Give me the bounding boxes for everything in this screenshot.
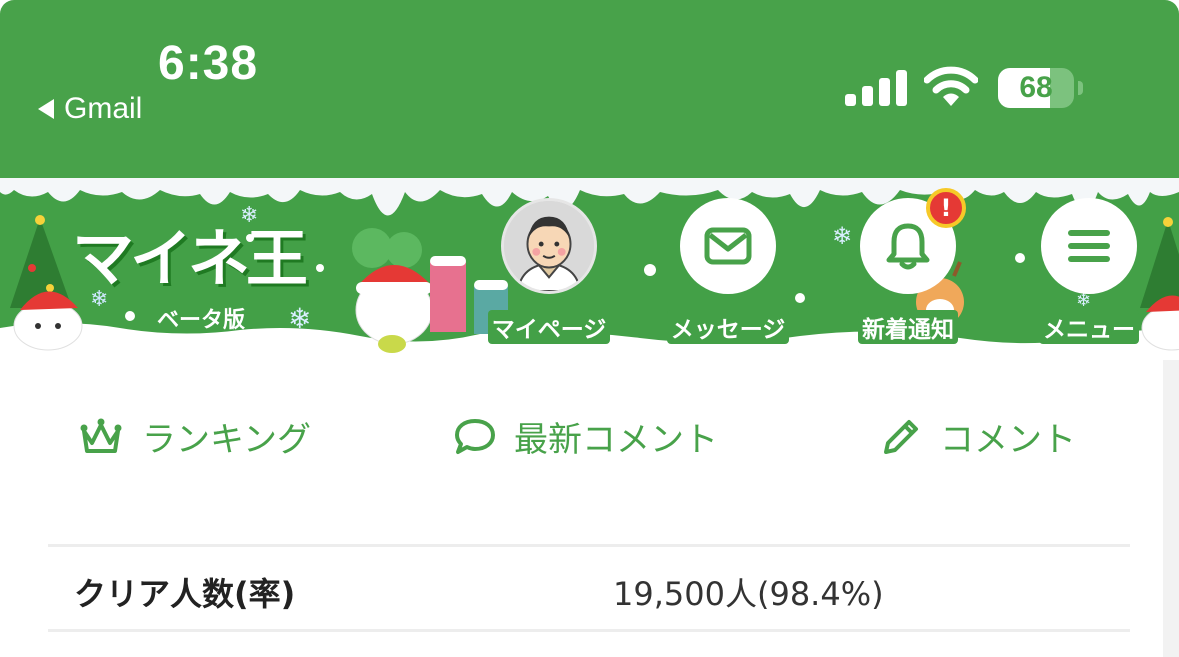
nav-menu[interactable]: メニュー bbox=[1033, 198, 1145, 344]
status-time: 6:38 bbox=[158, 37, 259, 90]
back-triangle-icon bbox=[38, 99, 54, 119]
clear-count-value: 19,500人(98.4%) bbox=[613, 575, 884, 613]
main-content: ランキング 最新コメント コメント クリア人数(率) 19,500人(98.4%… bbox=[0, 360, 1179, 657]
mail-icon bbox=[704, 227, 752, 265]
tab-latest-comments[interactable]: 最新コメント bbox=[454, 412, 718, 461]
nav-notification[interactable]: ! 新着通知 bbox=[852, 188, 966, 344]
clear-count-label: クリア人数(率) bbox=[74, 575, 296, 613]
bell-icon bbox=[886, 223, 930, 270]
nav-mypage-label: マイページ bbox=[487, 310, 611, 344]
nav-mypage[interactable]: マイページ bbox=[487, 198, 611, 344]
hamburger-icon bbox=[1068, 230, 1110, 262]
action-tabs: ランキング 最新コメント コメント bbox=[0, 412, 1163, 472]
message-button[interactable] bbox=[680, 198, 776, 294]
nav-message[interactable]: メッセージ bbox=[666, 198, 790, 344]
tab-comment[interactable]: コメント bbox=[880, 412, 1076, 461]
notification-badge: ! bbox=[926, 188, 966, 228]
pencil-icon bbox=[884, 419, 918, 454]
cellular-signal-icon bbox=[845, 70, 907, 106]
nav-notification-label: 新着通知 bbox=[858, 310, 958, 344]
content-card: ランキング 最新コメント コメント クリア人数(率) 19,500人(98.4%… bbox=[0, 360, 1163, 657]
notification-button[interactable]: ! bbox=[860, 188, 966, 294]
speech-bubble-icon bbox=[455, 418, 495, 454]
mineo-logo[interactable]: マイネ王 bbox=[72, 208, 308, 298]
svg-text:❄: ❄ bbox=[288, 302, 311, 335]
back-label: Gmail bbox=[64, 92, 143, 125]
header-banner: ❄ ❄ ❄ ❄ ❄ マイネ王 ベータ版 マイページ メッセージ ! 新着通知 メ… bbox=[0, 178, 1179, 360]
menu-button[interactable] bbox=[1041, 198, 1137, 294]
battery-icon: 68 bbox=[998, 68, 1084, 108]
svg-text:❄: ❄ bbox=[832, 222, 852, 250]
tab-comment-label: コメント bbox=[940, 420, 1076, 460]
stats-row-clear: クリア人数(率) 19,500人(98.4%) bbox=[48, 544, 1130, 632]
logo-text: マイネ王 bbox=[72, 222, 308, 295]
battery-level: 68 bbox=[1019, 71, 1053, 104]
tab-latest-comments-label: 最新コメント bbox=[514, 420, 718, 460]
tab-ranking[interactable]: ランキング bbox=[78, 412, 311, 461]
crown-icon bbox=[80, 418, 122, 453]
back-to-gmail[interactable]: Gmail bbox=[38, 92, 142, 126]
nav-menu-label: メニュー bbox=[1039, 310, 1139, 344]
user-avatar-illustration bbox=[504, 201, 594, 291]
avatar[interactable] bbox=[501, 198, 597, 294]
status-bar: 6:38 Gmail 68 bbox=[0, 0, 1179, 178]
nav-message-label: メッセージ bbox=[666, 310, 790, 344]
beta-label: ベータ版 bbox=[157, 308, 246, 333]
wifi-icon bbox=[924, 66, 978, 106]
tab-ranking-label: ランキング bbox=[142, 420, 311, 460]
